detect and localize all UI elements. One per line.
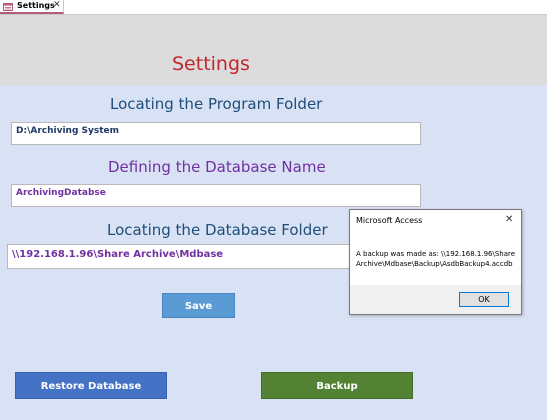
dialog-footer: OK: [350, 285, 521, 314]
program-folder-field[interactable]: D:\Archiving System: [11, 122, 421, 145]
form-header: Settings: [0, 15, 547, 85]
program-folder-label: Locating the Program Folder: [110, 95, 323, 113]
tab-label: Settings: [17, 1, 55, 10]
message-dialog: Microsoft Access ✕ A backup was made as:…: [349, 209, 522, 315]
ok-button[interactable]: OK: [459, 292, 509, 307]
database-folder-label: Locating the Database Folder: [107, 221, 328, 239]
restore-database-button[interactable]: Restore Database: [15, 372, 167, 399]
dialog-title: Microsoft Access: [356, 216, 423, 225]
database-name-field[interactable]: ArchivingDatabse: [11, 184, 421, 207]
form-icon: [3, 3, 13, 11]
page-title: Settings: [172, 53, 250, 75]
document-tab-bar: Settings ✕: [0, 0, 547, 15]
dialog-message-line: Archive\Mdbase\Backup\AsdbBackup4.accdb: [356, 260, 513, 268]
tab-settings[interactable]: Settings ✕: [0, 0, 64, 14]
database-name-label: Defining the Database Name: [108, 158, 326, 176]
close-icon[interactable]: ✕: [505, 214, 513, 225]
database-folder-field[interactable]: \\192.168.1.96\Share Archive\Mdbase: [7, 244, 350, 269]
close-icon[interactable]: ✕: [53, 0, 61, 10]
save-button[interactable]: Save: [162, 293, 235, 318]
dialog-message: A backup was made as: \\192.168.1.96\Sha…: [356, 249, 518, 269]
dialog-message-line: A backup was made as: \\192.168.1.96\Sha…: [356, 250, 516, 258]
backup-button[interactable]: Backup: [261, 372, 413, 399]
